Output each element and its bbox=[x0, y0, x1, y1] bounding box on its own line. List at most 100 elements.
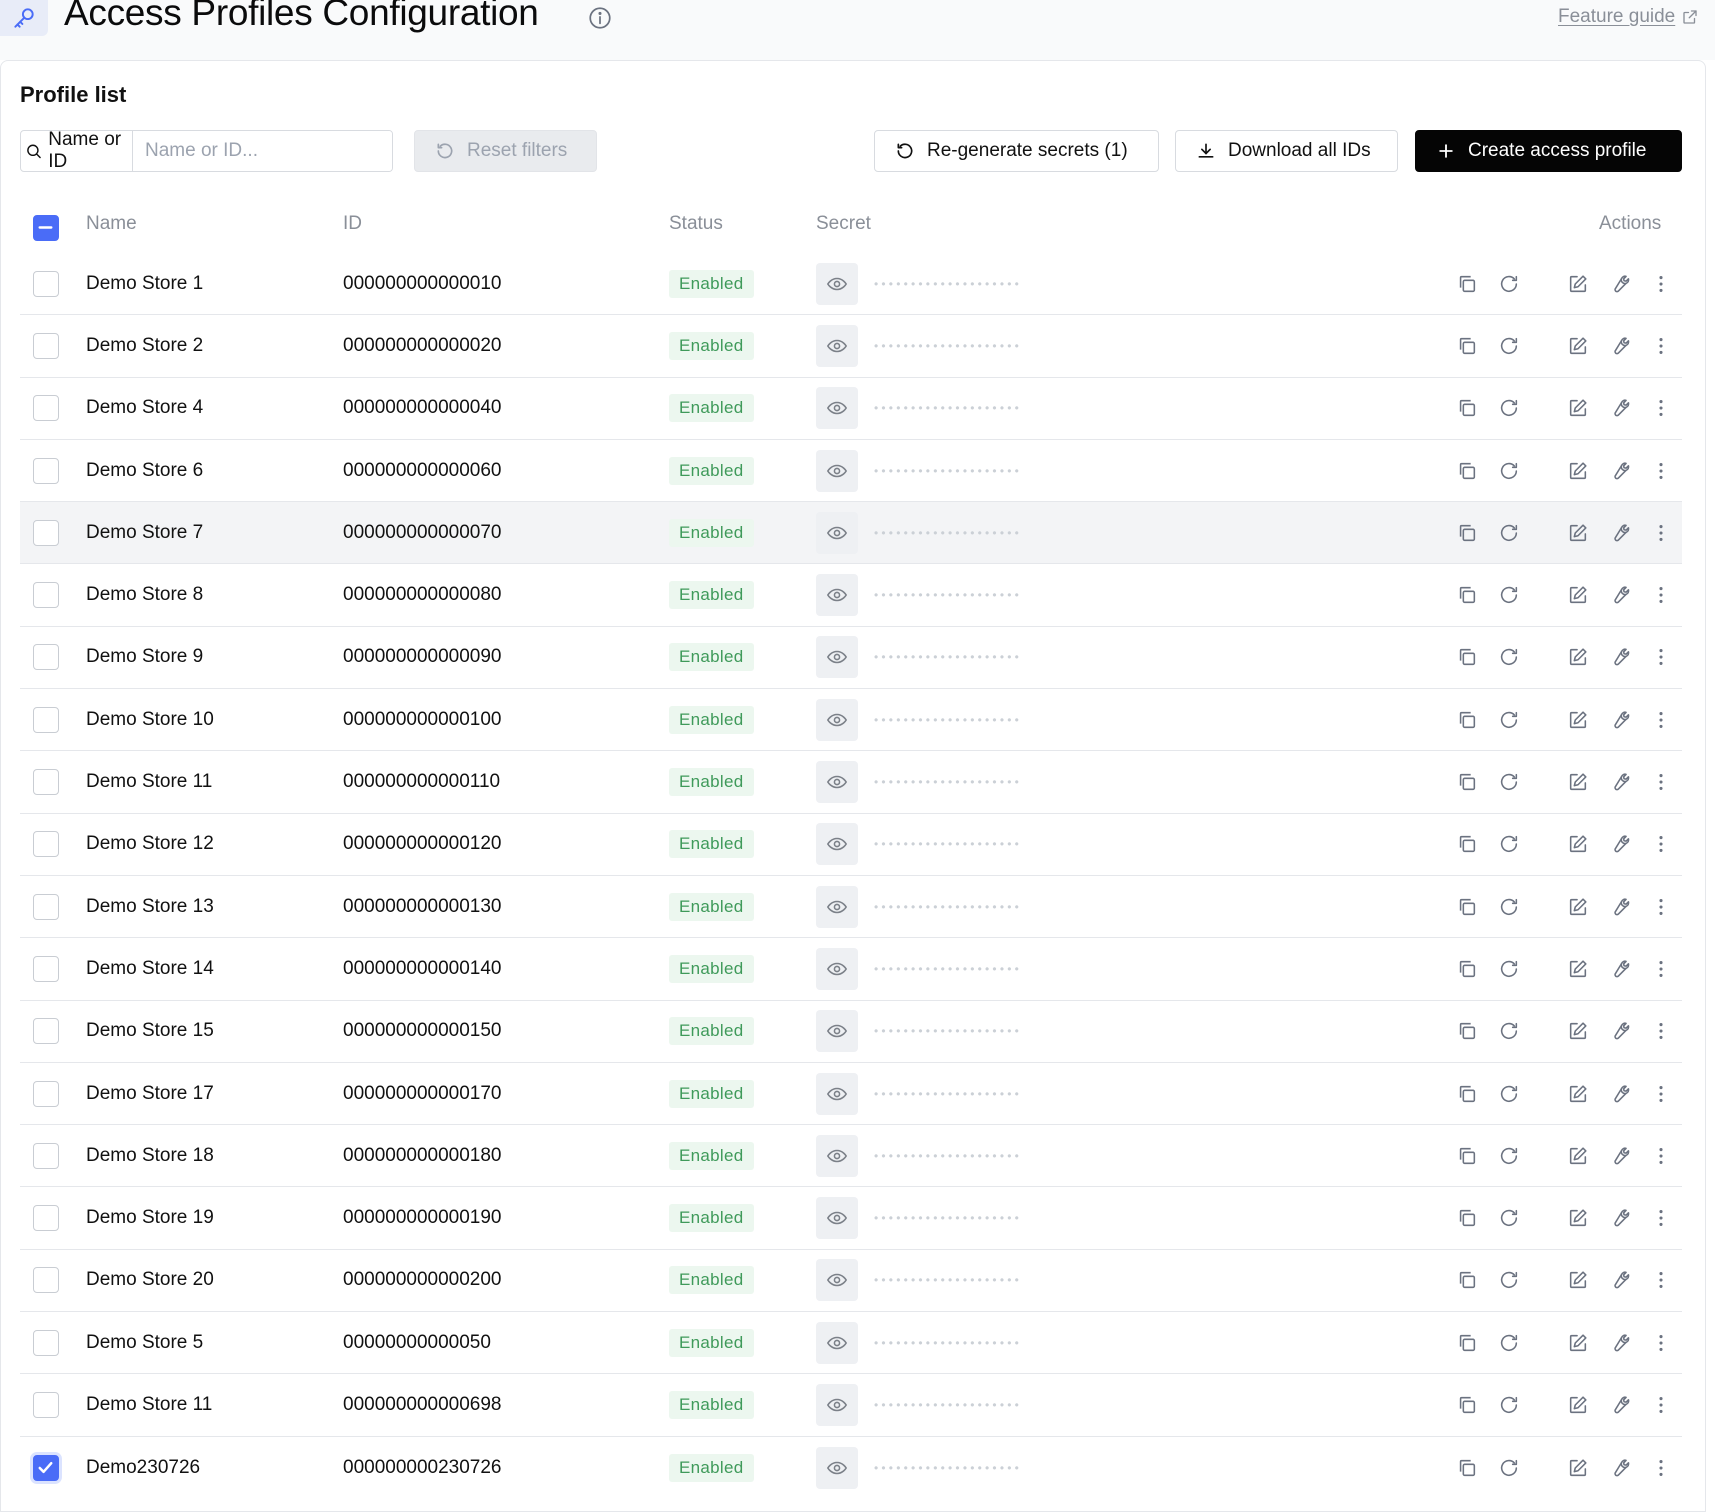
copy-button[interactable] bbox=[1455, 1268, 1479, 1292]
show-secret-button[interactable] bbox=[816, 1197, 858, 1240]
search-input[interactable] bbox=[133, 131, 392, 171]
refresh-button[interactable] bbox=[1497, 1082, 1521, 1106]
more-vertical-button[interactable] bbox=[1649, 334, 1673, 358]
table-row[interactable]: Demo Store 6 000000000000060 Enabled ••••••… bbox=[20, 440, 1682, 503]
wrench-button[interactable] bbox=[1607, 1206, 1631, 1230]
table-row[interactable]: Demo230726 000000000230726 Enabled ••••••••… bbox=[20, 1437, 1682, 1499]
show-secret-button[interactable] bbox=[816, 449, 858, 492]
refresh-button[interactable] bbox=[1497, 1456, 1521, 1480]
refresh-button[interactable] bbox=[1497, 521, 1521, 545]
table-row[interactable]: Demo Store 13 000000000000130 Enabled •••••… bbox=[20, 876, 1682, 939]
row-checkbox[interactable] bbox=[33, 831, 59, 858]
more-vertical-button[interactable] bbox=[1649, 1206, 1673, 1230]
more-vertical-button[interactable] bbox=[1649, 1144, 1673, 1168]
table-row[interactable]: Demo Store 17 000000000000170 Enabled •••••… bbox=[20, 1063, 1682, 1126]
row-checkbox[interactable] bbox=[33, 644, 59, 671]
table-row[interactable]: Demo Store 4 000000000000040 Enabled ••••••… bbox=[20, 378, 1682, 440]
wrench-button[interactable] bbox=[1607, 957, 1631, 981]
show-secret-button[interactable] bbox=[816, 885, 858, 928]
row-checkbox[interactable] bbox=[33, 1329, 59, 1356]
edit-button[interactable] bbox=[1566, 1331, 1590, 1355]
column-header-id[interactable]: ID bbox=[343, 213, 362, 235]
row-checkbox[interactable] bbox=[33, 1454, 59, 1481]
copy-button[interactable] bbox=[1455, 1456, 1479, 1480]
refresh-button[interactable] bbox=[1497, 645, 1521, 669]
info-icon[interactable] bbox=[587, 5, 613, 31]
copy-button[interactable] bbox=[1455, 459, 1479, 483]
show-secret-button[interactable] bbox=[816, 511, 858, 554]
wrench-button[interactable] bbox=[1607, 1082, 1631, 1106]
table-row[interactable]: Demo Store 18 000000000000180 Enabled •••••… bbox=[20, 1125, 1682, 1188]
refresh-button[interactable] bbox=[1497, 832, 1521, 856]
row-checkbox[interactable] bbox=[33, 395, 59, 422]
edit-button[interactable] bbox=[1566, 334, 1590, 358]
edit-button[interactable] bbox=[1566, 1206, 1590, 1230]
show-secret-button[interactable] bbox=[816, 574, 858, 617]
copy-button[interactable] bbox=[1455, 895, 1479, 919]
wrench-button[interactable] bbox=[1607, 334, 1631, 358]
table-row[interactable]: Demo Store 20 000000000000200 Enabled •••••… bbox=[20, 1250, 1682, 1313]
more-vertical-button[interactable] bbox=[1649, 895, 1673, 919]
wrench-button[interactable] bbox=[1607, 272, 1631, 296]
wrench-button[interactable] bbox=[1607, 645, 1631, 669]
row-checkbox[interactable] bbox=[33, 1267, 59, 1294]
wrench-button[interactable] bbox=[1607, 1144, 1631, 1168]
table-row[interactable]: Demo Store 5 00000000000050 Enabled •••••••… bbox=[20, 1312, 1682, 1375]
row-checkbox[interactable] bbox=[33, 1391, 59, 1418]
wrench-button[interactable] bbox=[1607, 459, 1631, 483]
more-vertical-button[interactable] bbox=[1649, 770, 1673, 794]
more-vertical-button[interactable] bbox=[1649, 583, 1673, 607]
edit-button[interactable] bbox=[1566, 272, 1590, 296]
feature-guide-link[interactable]: Feature guide bbox=[1558, 6, 1699, 28]
copy-button[interactable] bbox=[1455, 396, 1479, 420]
row-checkbox[interactable] bbox=[33, 706, 59, 733]
wrench-button[interactable] bbox=[1607, 1393, 1631, 1417]
row-checkbox[interactable] bbox=[33, 582, 59, 609]
row-checkbox[interactable] bbox=[33, 519, 59, 546]
table-row[interactable]: Demo Store 12 000000000000120 Enabled •••••… bbox=[20, 814, 1682, 876]
more-vertical-button[interactable] bbox=[1649, 396, 1673, 420]
show-secret-button[interactable] bbox=[816, 1321, 858, 1364]
more-vertical-button[interactable] bbox=[1649, 1268, 1673, 1292]
show-secret-button[interactable] bbox=[816, 1134, 858, 1177]
show-secret-button[interactable] bbox=[816, 698, 858, 741]
more-vertical-button[interactable] bbox=[1649, 1331, 1673, 1355]
copy-button[interactable] bbox=[1455, 1144, 1479, 1168]
select-all-checkbox[interactable] bbox=[33, 215, 59, 241]
refresh-button[interactable] bbox=[1497, 708, 1521, 732]
refresh-button[interactable] bbox=[1497, 334, 1521, 358]
show-secret-button[interactable] bbox=[816, 823, 858, 866]
wrench-button[interactable] bbox=[1607, 1019, 1631, 1043]
show-secret-button[interactable] bbox=[816, 387, 858, 430]
copy-button[interactable] bbox=[1455, 1206, 1479, 1230]
table-row[interactable]: Demo Store 11 000000000000110 Enabled •••••… bbox=[20, 751, 1682, 814]
refresh-button[interactable] bbox=[1497, 1393, 1521, 1417]
show-secret-button[interactable] bbox=[816, 1383, 858, 1426]
edit-button[interactable] bbox=[1566, 708, 1590, 732]
copy-button[interactable] bbox=[1455, 272, 1479, 296]
row-checkbox[interactable] bbox=[33, 1142, 59, 1169]
copy-button[interactable] bbox=[1455, 770, 1479, 794]
copy-button[interactable] bbox=[1455, 521, 1479, 545]
refresh-button[interactable] bbox=[1497, 459, 1521, 483]
row-checkbox[interactable] bbox=[33, 270, 59, 297]
edit-button[interactable] bbox=[1566, 1268, 1590, 1292]
wrench-button[interactable] bbox=[1607, 583, 1631, 607]
show-secret-button[interactable] bbox=[816, 1072, 858, 1115]
table-row[interactable]: Demo Store 2 000000000000020 Enabled ••••••… bbox=[20, 315, 1682, 378]
more-vertical-button[interactable] bbox=[1649, 708, 1673, 732]
row-checkbox[interactable] bbox=[33, 893, 59, 920]
more-vertical-button[interactable] bbox=[1649, 459, 1673, 483]
copy-button[interactable] bbox=[1455, 1331, 1479, 1355]
row-checkbox[interactable] bbox=[33, 955, 59, 982]
wrench-button[interactable] bbox=[1607, 1331, 1631, 1355]
copy-button[interactable] bbox=[1455, 645, 1479, 669]
table-row[interactable]: Demo Store 1 000000000000010 Enabled ••••••… bbox=[20, 253, 1682, 316]
show-secret-button[interactable] bbox=[816, 636, 858, 679]
wrench-button[interactable] bbox=[1607, 832, 1631, 856]
show-secret-button[interactable] bbox=[816, 1446, 858, 1489]
refresh-button[interactable] bbox=[1497, 1268, 1521, 1292]
regenerate-secrets-button[interactable]: Re-generate secrets (1) bbox=[874, 130, 1159, 172]
row-checkbox[interactable] bbox=[33, 1080, 59, 1107]
wrench-button[interactable] bbox=[1607, 1456, 1631, 1480]
